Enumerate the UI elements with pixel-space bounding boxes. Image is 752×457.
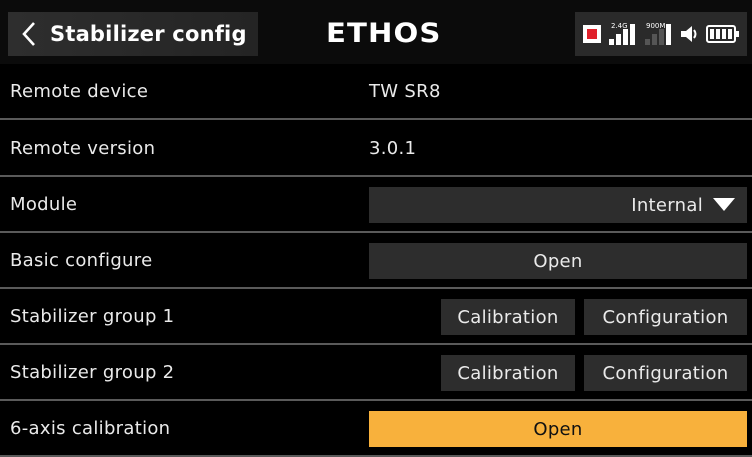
row-basic-configure: Basic configure Open [0, 234, 752, 289]
row-stabilizer-group-1: Stabilizer group 1 Calibration Configura… [0, 290, 752, 345]
title-bar: Stabilizer config [8, 12, 258, 56]
row-module: Module Internal [0, 178, 752, 233]
signal-24-label: 2.4G [611, 22, 628, 30]
speaker-icon [679, 23, 701, 45]
ethos-logo: ETH OS [326, 16, 441, 50]
module-label: Module [10, 194, 78, 215]
module-select[interactable]: Internal [369, 187, 747, 223]
group-1-calibration-button[interactable]: Calibration [441, 299, 575, 335]
chevron-left-icon [22, 22, 35, 46]
basic-configure-label: Basic configure [10, 250, 153, 271]
top-bar: Stabilizer config ETH OS 2.4G 900M [0, 0, 752, 64]
signal-900-label: 900M [646, 22, 665, 30]
stabilizer-group-2-label: Stabilizer group 2 [10, 362, 175, 383]
logo-text-os: OS [393, 17, 442, 49]
signal-900m-icon: 900M [643, 21, 673, 47]
remote-version-value: 3.0.1 [369, 138, 417, 159]
logo-text-eth: ETH [326, 17, 394, 49]
signal-2.4g-icon: 2.4G [607, 21, 637, 47]
row-remote-version: Remote version 3.0.1 [0, 122, 752, 177]
record-indicator-icon [582, 24, 602, 44]
group-2-calibration-button[interactable]: Calibration [441, 355, 575, 391]
page-title: Stabilizer config [50, 22, 247, 46]
row-6-axis-calibration: 6-axis calibration Open [0, 402, 752, 457]
six-axis-calibration-label: 6-axis calibration [10, 418, 171, 439]
six-axis-calibration-open-button[interactable]: Open [369, 411, 747, 447]
status-area[interactable]: 2.4G 900M [575, 12, 747, 56]
dropdown-triangle-icon [713, 198, 735, 211]
battery-icon [706, 24, 740, 44]
row-remote-device: Remote device TW SR8 [0, 65, 752, 120]
group-1-configuration-button[interactable]: Configuration [584, 299, 747, 335]
remote-version-label: Remote version [10, 138, 156, 159]
remote-device-value: TW SR8 [369, 81, 441, 102]
stabilizer-group-1-label: Stabilizer group 1 [10, 306, 175, 327]
row-stabilizer-group-2: Stabilizer group 2 Calibration Configura… [0, 346, 752, 401]
back-button[interactable] [8, 12, 50, 56]
module-select-value: Internal [631, 194, 703, 216]
basic-configure-open-button[interactable]: Open [369, 243, 747, 279]
group-2-configuration-button[interactable]: Configuration [584, 355, 747, 391]
remote-device-label: Remote device [10, 81, 149, 102]
